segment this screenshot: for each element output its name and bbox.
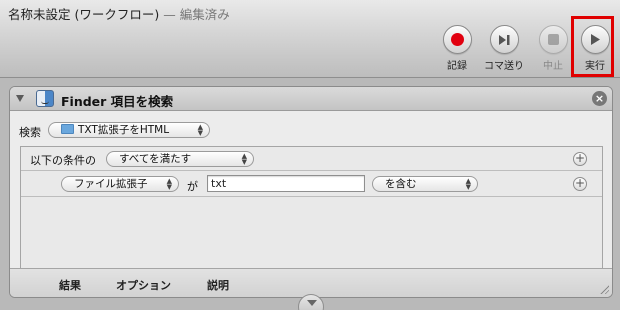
window-title-text: 名称未設定 (ワークフロー)	[8, 7, 160, 22]
search-location-value: TXT拡張子をHTML	[78, 124, 170, 136]
step-icon	[489, 25, 519, 54]
condition-match-popup[interactable]: すべてを満たす ▲ ▼	[106, 151, 254, 167]
criteria-particle: が	[187, 180, 198, 193]
record-icon	[442, 25, 472, 54]
record-label: 記録	[447, 61, 467, 72]
window-edit-status: — 編集済み	[163, 7, 230, 22]
action-header: Finder 項目を検索 ×	[10, 87, 612, 111]
popup-arrows-icon: ▲ ▼	[197, 123, 203, 137]
window-toolbar: 名称未設定 (ワークフロー) — 編集済み 記録 コマ送り 中止 実行	[0, 0, 620, 78]
attribute-popup[interactable]: ファイル拡張子 ▲ ▼	[61, 176, 179, 192]
popup-arrows-icon: ▲ ▼	[166, 177, 172, 191]
extension-input[interactable]: txt	[207, 175, 365, 192]
stop-label: 中止	[543, 61, 563, 72]
window-title: 名称未設定 (ワークフロー) — 編集済み	[8, 4, 230, 23]
tab-results[interactable]: 結果	[59, 277, 81, 293]
step-button[interactable]: コマ送り	[484, 25, 524, 72]
criteria-row: ファイル拡張子 ▲ ▼ が txt を含む ▲ ▼ +	[21, 171, 602, 197]
finder-icon	[36, 90, 54, 107]
add-criteria-button[interactable]: +	[573, 152, 587, 166]
tab-description[interactable]: 説明	[207, 277, 229, 293]
operator-value: を含む	[385, 178, 417, 190]
resize-grip-icon[interactable]	[599, 284, 609, 294]
condition-label: 以下の条件の	[30, 154, 96, 167]
popup-arrows-icon: ▲ ▼	[241, 152, 247, 166]
search-location-popup[interactable]: TXT拡張子をHTML ▲ ▼	[48, 122, 210, 138]
run-button-highlight	[571, 16, 614, 77]
step-label: コマ送り	[484, 61, 524, 72]
stop-button[interactable]: 中止	[533, 25, 573, 72]
find-finder-items-action: Finder 項目を検索 × 検索 TXT拡張子をHTML ▲ ▼ 以下の条件の …	[9, 86, 613, 298]
tab-options[interactable]: オプション	[116, 277, 171, 293]
action-footer: 結果 オプション 説明	[10, 268, 612, 297]
folder-icon	[61, 124, 74, 134]
search-label: 検索	[19, 126, 41, 139]
condition-row: 以下の条件の すべてを満たす ▲ ▼ +	[21, 147, 602, 171]
condition-match-value: すべてを満たす	[119, 153, 192, 165]
action-title: Finder 項目を検索	[61, 94, 174, 109]
attribute-value: ファイル拡張子	[74, 178, 148, 190]
operator-popup[interactable]: を含む ▲ ▼	[372, 176, 478, 192]
stop-icon	[538, 25, 568, 54]
criteria-box: 以下の条件の すべてを満たす ▲ ▼ + ファイル拡張子 ▲ ▼ が txt を含む…	[20, 146, 603, 270]
disclosure-triangle-icon[interactable]	[16, 95, 24, 102]
close-action-icon[interactable]: ×	[592, 91, 607, 106]
add-criteria-row-button[interactable]: +	[573, 177, 587, 191]
popup-arrows-icon: ▲ ▼	[465, 177, 471, 191]
record-button[interactable]: 記録	[437, 25, 477, 72]
